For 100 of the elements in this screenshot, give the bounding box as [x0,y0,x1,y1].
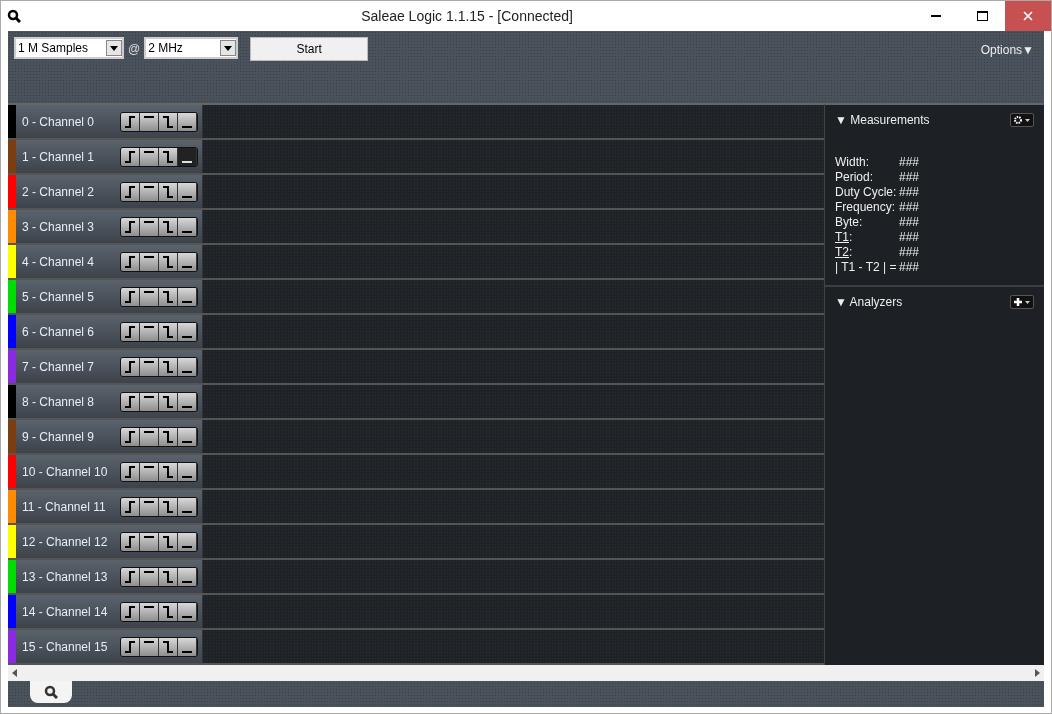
measurement-link[interactable]: T2 [835,245,849,259]
trigger-button[interactable] [121,357,140,376]
trigger-button[interactable] [121,602,140,621]
trigger-button[interactable] [140,182,159,201]
trigger-button[interactable] [121,497,140,516]
trigger-button[interactable] [159,147,178,166]
trigger-button[interactable] [121,392,140,411]
trigger-button[interactable] [159,287,178,306]
low-level-icon [182,335,192,338]
trigger-button[interactable] [140,637,159,656]
trigger-button[interactable] [121,112,140,131]
trigger-button[interactable] [159,252,178,271]
high-level-icon [144,115,154,118]
trigger-button[interactable] [121,427,140,446]
falling-edge-icon [162,500,174,513]
measurements-header[interactable]: ▼ Measurements [835,111,930,129]
trigger-button[interactable] [159,567,178,586]
high-level-icon [144,325,154,328]
trigger-button[interactable] [178,287,197,306]
falling-edge-icon [162,640,174,653]
trigger-button[interactable] [178,637,197,656]
trigger-button[interactable] [140,567,159,586]
trigger-button[interactable] [178,252,197,271]
trigger-button[interactable] [159,392,178,411]
trigger-button[interactable] [178,392,197,411]
horizontal-scrollbar[interactable] [8,665,1044,681]
trigger-button[interactable] [140,322,159,341]
trigger-button[interactable] [159,497,178,516]
trigger-button[interactable] [178,112,197,131]
trigger-button[interactable] [140,287,159,306]
trigger-button[interactable] [140,602,159,621]
trigger-button[interactable] [121,532,140,551]
rising-edge-icon [124,465,136,478]
high-level-icon [144,290,154,293]
trigger-button[interactable] [121,322,140,341]
trigger-button[interactable] [140,497,159,516]
trigger-button[interactable] [140,532,159,551]
trigger-button[interactable] [140,357,159,376]
trigger-button[interactable] [178,532,197,551]
trigger-button[interactable] [178,217,197,236]
caret-icon [110,45,118,51]
trigger-button[interactable] [121,637,140,656]
falling-edge-icon [162,290,174,303]
trigger-button[interactable] [178,462,197,481]
trigger-button[interactable] [159,182,178,201]
rising-edge-icon [124,570,136,583]
scroll-left-icon[interactable] [12,669,17,677]
trigger-button[interactable] [178,182,197,201]
trigger-button[interactable] [159,112,178,131]
trigger-button[interactable] [178,322,197,341]
close-icon [1023,11,1033,21]
trigger-button[interactable] [121,287,140,306]
trigger-button[interactable] [178,567,197,586]
trigger-button[interactable] [121,217,140,236]
low-level-icon [182,300,192,303]
trigger-button[interactable] [121,462,140,481]
trigger-button[interactable] [178,602,197,621]
trigger-button[interactable] [140,427,159,446]
trigger-button[interactable] [159,532,178,551]
add-analyzer-button[interactable] [1010,295,1034,309]
trigger-button[interactable] [159,217,178,236]
scroll-right-icon[interactable] [1035,669,1040,677]
trigger-button[interactable] [178,497,197,516]
trigger-button[interactable] [159,462,178,481]
high-level-icon [144,535,154,538]
trigger-button[interactable] [140,217,159,236]
rising-edge-icon [124,220,136,233]
falling-edge-icon [162,535,174,548]
trigger-button[interactable] [121,182,140,201]
settings-menu-button[interactable] [1010,113,1034,127]
samples-dropdown[interactable]: 1 M Samples [14,37,124,59]
measurement-label: | T1 - T2 | = [835,260,898,275]
trigger-button[interactable] [178,147,197,166]
trigger-button[interactable] [178,357,197,376]
trigger-button[interactable] [140,112,159,131]
falling-edge-icon [162,395,174,408]
options-menu[interactable]: Options▼ [976,37,1038,63]
trigger-button[interactable] [159,427,178,446]
trigger-button[interactable] [140,392,159,411]
rising-edge-icon [124,150,136,163]
trigger-button[interactable] [140,252,159,271]
high-level-icon [144,605,154,608]
rate-dropdown[interactable]: 2 MHz [144,37,239,59]
trigger-button[interactable] [159,602,178,621]
search-tab[interactable] [30,681,72,703]
rising-edge-icon [124,115,136,128]
trigger-button[interactable] [140,462,159,481]
trigger-button[interactable] [178,427,197,446]
measurement-link[interactable]: T1 [835,230,849,244]
measurement-value: ### [899,170,921,185]
analyzers-header[interactable]: ▼ Analyzers [835,293,903,311]
trigger-button[interactable] [159,637,178,656]
trigger-button[interactable] [159,357,178,376]
trigger-button[interactable] [121,567,140,586]
trigger-button[interactable] [121,147,140,166]
trigger-button[interactable] [159,322,178,341]
start-button[interactable]: Start [250,37,369,61]
trigger-button[interactable] [121,252,140,271]
trigger-button[interactable] [140,147,159,166]
falling-edge-icon [162,360,174,373]
